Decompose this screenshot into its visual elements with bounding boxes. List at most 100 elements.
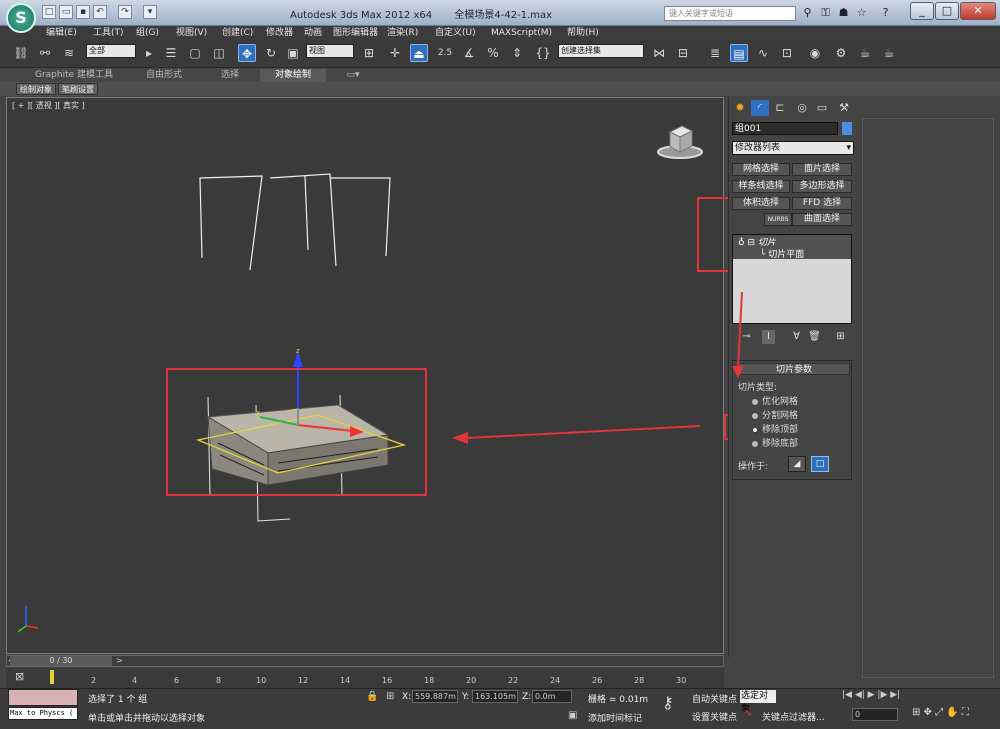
mirror-icon[interactable]: ⋈ — [650, 44, 668, 62]
show-end-result-icon[interactable]: I — [762, 330, 775, 344]
render-production-icon[interactable]: ☕ — [880, 44, 898, 62]
manipulate-icon[interactable]: ✛ — [386, 44, 404, 62]
remove-modifier-icon[interactable]: 🗑 — [808, 330, 821, 344]
object-name-field[interactable]: 组001 — [732, 122, 838, 135]
make-unique-icon[interactable]: ∀ — [790, 330, 803, 344]
menu-rendering[interactable]: 渲染(R) — [387, 26, 418, 40]
time-next-icon[interactable]: > — [116, 656, 123, 665]
expand-icon[interactable]: ⊟ — [747, 238, 755, 248]
app-logo-icon[interactable]: S — [6, 3, 36, 33]
select-by-name-icon[interactable]: ☰ — [162, 44, 180, 62]
spinner-snap-icon[interactable]: ⇕ — [508, 44, 526, 62]
time-tag-icon[interactable]: ▣ — [568, 710, 577, 721]
menu-edit[interactable]: 编辑(E) — [46, 26, 77, 40]
mini-curve-editor-icon[interactable]: ⊠ — [15, 670, 24, 683]
patch-select-button[interactable]: 面片选择 — [792, 163, 852, 176]
layer-manager-icon[interactable]: ≣ — [706, 44, 724, 62]
graphite-toggle-icon[interactable]: ▤ — [730, 44, 748, 62]
menu-help[interactable]: 帮助(H) — [567, 26, 599, 40]
open-icon[interactable]: ▭ — [59, 5, 73, 19]
rollout-title[interactable]: 切片参数 — [738, 363, 850, 375]
current-frame-field[interactable]: 0 — [852, 708, 898, 721]
key-filters-button[interactable]: 关键点过滤器... — [762, 710, 825, 723]
radio-refine-mesh[interactable]: 优化网格 — [752, 394, 798, 407]
rendered-frame-icon[interactable]: ☕ — [856, 44, 874, 62]
tab-selection[interactable]: 选择 — [200, 69, 260, 82]
current-frame-marker[interactable] — [50, 670, 54, 684]
operate-on-poly-button[interactable]: □ — [811, 456, 829, 472]
minimize-button[interactable]: _ — [910, 2, 934, 20]
track-bar[interactable] — [6, 668, 724, 688]
save-icon[interactable]: ▪ — [76, 5, 90, 19]
selection-filter-dropdown[interactable]: 全部 — [86, 44, 136, 58]
goto-start-icon[interactable]: |◀ ◀| ▶ |▶ ▶| — [842, 690, 900, 700]
menu-graph-editors[interactable]: 图形编辑器 — [333, 26, 378, 40]
menu-create[interactable]: 创建(C) — [222, 26, 253, 40]
search-input[interactable]: 键入关键字或短语 — [664, 6, 796, 21]
ffd-select-button[interactable]: FFD 选择 — [792, 197, 852, 210]
select-scale-icon[interactable]: ▣ — [284, 44, 302, 62]
tab-object-paint[interactable]: 对象绘制 — [260, 69, 326, 82]
tab-graphite-modeling[interactable]: Graphite 建模工具 — [14, 69, 134, 82]
poly-select-button[interactable]: 多边形选择 — [792, 180, 852, 193]
object-color-swatch[interactable] — [842, 122, 852, 135]
lightbulb-icon[interactable]: ♁ — [738, 238, 745, 248]
display-tab-icon[interactable]: ▭ — [813, 100, 831, 116]
schematic-view-icon[interactable]: ⊡ — [778, 44, 796, 62]
time-slider-track[interactable] — [6, 655, 724, 667]
dropdown-icon[interactable]: ▾ — [143, 5, 157, 19]
motion-tab-icon[interactable]: ◎ — [793, 100, 811, 116]
angle-snap-icon[interactable]: ∡ — [460, 44, 478, 62]
viewport-nav-icons[interactable]: ⊞ ✥ ⤢ ✋ ⛶ — [912, 707, 969, 718]
snaps-toggle-icon[interactable]: 2.5 — [436, 44, 454, 62]
utilities-tab-icon[interactable]: ⚒ — [835, 100, 853, 116]
radio-remove-top[interactable]: 移除顶部 — [752, 422, 798, 435]
select-move-icon[interactable]: ✥ — [238, 44, 256, 62]
link-icon[interactable]: ⛓ — [12, 44, 30, 62]
menu-modifiers[interactable]: 修改器 — [266, 26, 293, 40]
modify-tab-icon[interactable]: ◜ — [751, 100, 769, 116]
key-icon[interactable]: ⚿ — [818, 5, 833, 20]
rect-selection-icon[interactable]: ▢ — [186, 44, 204, 62]
align-icon[interactable]: ⊟ — [674, 44, 692, 62]
new-icon[interactable]: □ — [42, 5, 56, 19]
auto-key-button[interactable]: 自动关键点 — [692, 692, 737, 705]
radio-remove-bottom[interactable]: 移除底部 — [752, 436, 798, 449]
menu-maxscript[interactable]: MAXScript(M) — [491, 26, 552, 40]
curve-editor-icon[interactable]: ∿ — [754, 44, 772, 62]
maxscript-listener-input[interactable]: Max to Physcs ( — [8, 707, 78, 720]
menu-customize[interactable]: 自定义(U) — [435, 26, 476, 40]
configure-sets-icon[interactable]: ⊞ — [834, 330, 847, 344]
redo-icon[interactable]: ↷ — [118, 5, 132, 19]
menu-group[interactable]: 组(G) — [136, 26, 159, 40]
vol-select-button[interactable]: 体积选择 — [732, 197, 790, 210]
maxscript-listener-output[interactable] — [8, 689, 78, 706]
percent-snap-icon[interactable]: % — [484, 44, 502, 62]
spline-select-button[interactable]: 样条线选择 — [732, 180, 790, 193]
named-selection-set-dropdown[interactable]: 创建选择集 — [558, 44, 644, 58]
render-setup-icon[interactable]: ⚙ — [832, 44, 850, 62]
material-editor-icon[interactable]: ◉ — [806, 44, 824, 62]
select-rotate-icon[interactable]: ↻ — [262, 44, 280, 62]
subtab-brush-settings[interactable]: 笔刷设置 — [58, 83, 98, 95]
set-key-button[interactable]: 设置关键点 — [692, 710, 737, 723]
modifier-list-dropdown[interactable]: 修改器列表 ▾ — [732, 141, 854, 155]
subtab-paint-objects[interactable]: 绘制对象 — [16, 83, 56, 95]
reference-coordinate-dropdown[interactable]: 视图 — [306, 44, 354, 58]
x-coord-field[interactable]: 559.887m — [412, 690, 458, 703]
nurbs-button[interactable]: NURBS — [764, 213, 792, 226]
mesh-select-button[interactable]: 网格选择 — [732, 163, 790, 176]
tab-freeform[interactable]: 自由形式 — [134, 69, 194, 82]
bind-spacewarp-icon[interactable]: ≋ — [60, 44, 78, 62]
binoculars-icon[interactable]: ⚲ — [800, 5, 815, 20]
ribbon-options-icon[interactable]: ▭▾ — [340, 69, 366, 82]
select-object-icon[interactable]: ▸ — [140, 44, 158, 62]
set-key-icon[interactable]: ⚷ — [662, 693, 674, 712]
time-slider[interactable]: 0 / 30 — [10, 656, 112, 666]
menu-animation[interactable]: 动画 — [304, 26, 322, 40]
key-mode-icon[interactable]: ∿ — [744, 708, 752, 719]
menu-views[interactable]: 视图(V) — [176, 26, 207, 40]
keyboard-shortcut-override-icon[interactable]: ⏏ — [410, 44, 428, 62]
menu-tools[interactable]: 工具(T) — [93, 26, 124, 40]
favorites-icon[interactable]: ☆ — [854, 5, 869, 20]
